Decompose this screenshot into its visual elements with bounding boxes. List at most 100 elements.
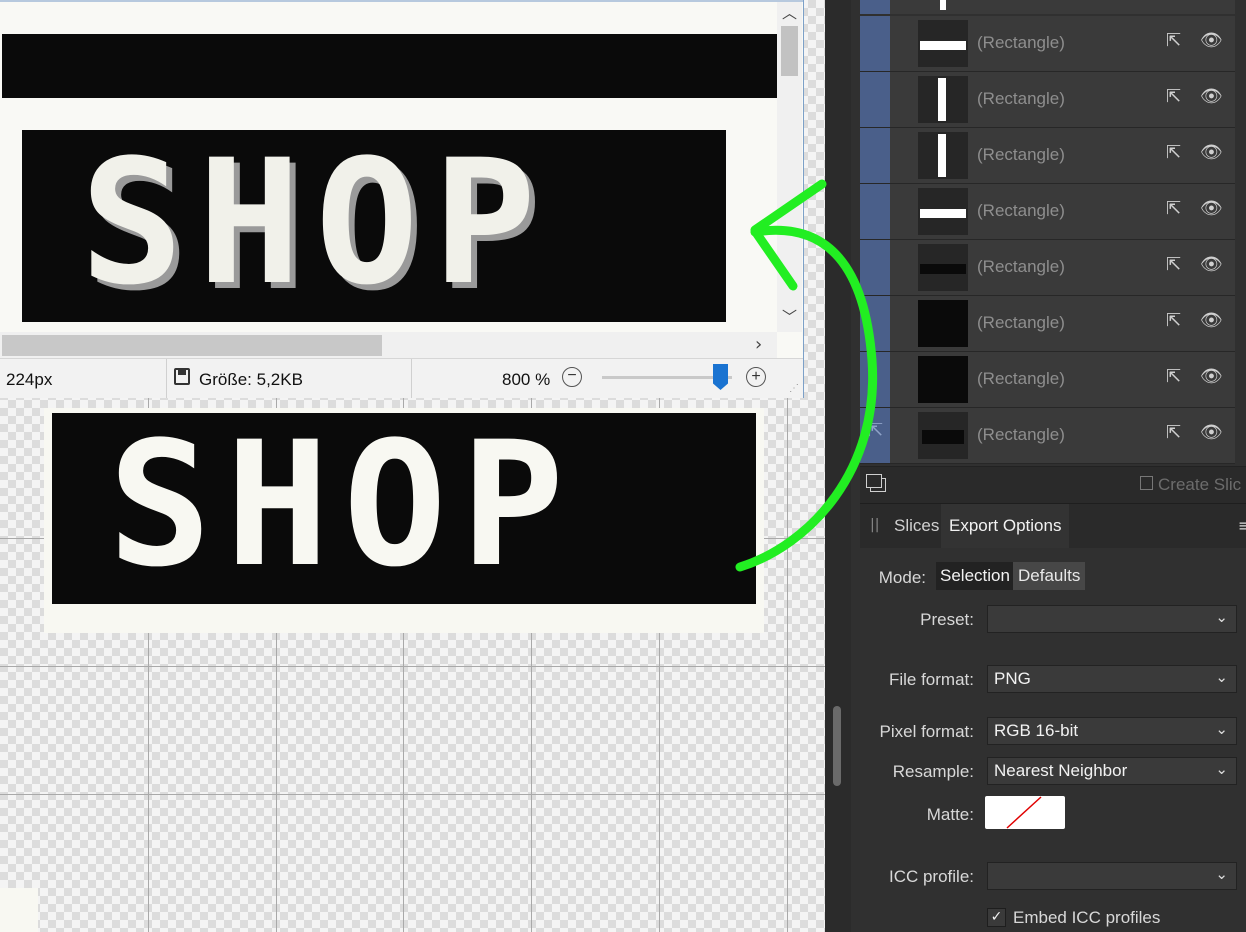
zoom-slider-track[interactable] <box>602 376 732 379</box>
layer-thumb-partial <box>940 0 946 10</box>
layer-selection-bar <box>860 0 890 14</box>
layer-row[interactable]: (Rectangle) ⇱ 👁 <box>860 352 1235 408</box>
eye-icon[interactable]: 👁 <box>1200 142 1223 163</box>
layer-row[interactable]: (Rectangle) ⇱ 👁 <box>860 184 1235 240</box>
layer-name: (Rectangle) <box>977 369 1065 388</box>
preset-dropdown[interactable]: ⌄ <box>987 605 1237 633</box>
layer-name: (Rectangle) <box>977 89 1065 108</box>
chevron-down-icon: ⌄ <box>1215 669 1228 686</box>
export-layer-icon[interactable]: ⇱ <box>1166 254 1181 275</box>
scroll-down-arrow-icon[interactable]: ﹀ <box>782 306 797 327</box>
export-layer-icon[interactable]: ⇱ <box>1166 366 1181 387</box>
zoom-value: 800 % <box>502 370 551 389</box>
grid-line <box>0 666 825 667</box>
status-separator <box>166 359 167 398</box>
embed-icc-checkbox[interactable]: ✓ <box>987 908 1006 927</box>
eye-icon[interactable]: 👁 <box>1200 310 1223 331</box>
embed-icc-label[interactable]: Embed ICC profiles <box>1013 908 1160 928</box>
export-layer-icon[interactable]: ⇱ <box>1166 310 1181 331</box>
export-layer-icon[interactable]: ⇱ <box>1166 30 1181 51</box>
layer-row[interactable]: (Rectangle) ⇱ 👁 <box>860 296 1235 352</box>
layer-selection-bar <box>860 184 890 239</box>
scroll-up-arrow-icon[interactable]: ︿ <box>782 2 797 23</box>
pixel-format-value: RGB 16-bit <box>994 721 1079 740</box>
preview-vertical-scrollbar[interactable]: ︿ ﹀ <box>777 2 802 332</box>
tab-export-options[interactable]: Export Options <box>941 504 1070 548</box>
status-separator <box>411 359 412 398</box>
layer-name: (Rectangle) <box>977 33 1065 52</box>
layer-name: (Rectangle) <box>977 425 1065 444</box>
scroll-right-arrow-icon[interactable]: › <box>755 334 762 355</box>
layer-selection-bar <box>860 16 890 71</box>
file-format-label: File format: <box>888 670 974 689</box>
export-slice-icon: ⇱ <box>868 420 884 441</box>
layer-selection-bar <box>860 128 890 183</box>
mode-label: Mode: <box>878 568 926 587</box>
grid-line <box>0 794 825 795</box>
resample-label: Resample: <box>892 762 974 781</box>
slice-toolbar: Create Slic <box>860 466 1246 503</box>
preview-shop-text: SHOP <box>80 122 551 323</box>
eye-icon[interactable]: 👁 <box>1200 198 1223 219</box>
mode-selection-button[interactable]: Selection <box>936 562 1014 590</box>
create-slice-icon[interactable] <box>1140 476 1153 490</box>
preview-top-border <box>0 0 803 2</box>
export-layer-icon[interactable]: ⇱ <box>1166 142 1181 163</box>
eye-icon[interactable]: 👁 <box>1200 254 1223 275</box>
resample-value: Nearest Neighbor <box>994 761 1128 780</box>
minus-circle-icon[interactable]: − <box>562 367 582 387</box>
pixel-format-dropdown[interactable]: RGB 16-bit ⌄ <box>987 717 1237 745</box>
export-preview-window: SHOP ︿ ﹀ › 224px Größe: 5,2KB 800 % − + … <box>0 0 804 398</box>
layer-row[interactable]: (Rectangle) ⇱ 👁 <box>860 72 1235 128</box>
preview-horizontal-scrollbar[interactable]: › <box>0 332 777 358</box>
export-layer-icon[interactable]: ⇱ <box>1166 422 1181 443</box>
layer-thumbnail <box>918 356 968 403</box>
layer-name: (Rectangle) <box>977 313 1065 332</box>
plus-circle-icon[interactable]: + <box>746 367 766 387</box>
file-size-text: Größe: 5,2KB <box>199 370 303 389</box>
save-disk-icon <box>174 368 190 385</box>
mode-defaults-button[interactable]: Defaults <box>1013 562 1086 590</box>
panel-grip-icon[interactable]: || <box>870 517 879 533</box>
layer-row[interactable]: (Rectangle) ⇱ 👁 <box>860 128 1235 184</box>
file-format-value: PNG <box>994 669 1031 688</box>
layer-thumbnail <box>918 244 968 291</box>
export-layer-icon[interactable]: ⇱ <box>1166 198 1181 219</box>
layer-selection-bar <box>860 296 890 351</box>
preview-status-bar: 224px Größe: 5,2KB 800 % − + ⋰ <box>0 358 803 398</box>
zoom-slider-thumb[interactable] <box>713 364 728 390</box>
preview-black-bar <box>2 34 777 98</box>
resize-grip-icon[interactable]: ⋰ <box>789 383 799 394</box>
layer-row[interactable]: ⇱ (Rectangle) ⇱ 👁 <box>860 408 1235 464</box>
panel-menu-icon[interactable]: ≡ <box>1238 516 1246 535</box>
hscroll-thumb[interactable] <box>2 335 382 356</box>
create-slice-button[interactable]: Create Slic <box>1158 475 1241 495</box>
layer-row[interactable]: (Rectangle) ⇱ 👁 <box>860 16 1235 72</box>
eye-icon[interactable]: 👁 <box>1200 86 1223 107</box>
chevron-down-icon: ⌄ <box>1215 761 1228 778</box>
layer-name: (Rectangle) <box>977 145 1065 164</box>
matte-color-swatch[interactable] <box>985 796 1065 829</box>
chevron-down-icon: ⌄ <box>1215 721 1228 738</box>
scroll-thumb[interactable] <box>781 26 798 76</box>
layer-selection-bar <box>860 352 890 407</box>
eye-icon[interactable]: 👁 <box>1200 366 1223 387</box>
dimension-text: 224px <box>6 370 53 389</box>
layer-thumbnail <box>918 76 968 123</box>
panel-divider <box>825 0 851 932</box>
tab-slices[interactable]: Slices <box>894 516 939 536</box>
file-format-dropdown[interactable]: PNG ⌄ <box>987 665 1237 693</box>
resample-dropdown[interactable]: Nearest Neighbor ⌄ <box>987 757 1237 785</box>
panel-scrollbar-thumb[interactable] <box>833 706 841 786</box>
layer-row[interactable]: (Rectangle) ⇱ 👁 <box>860 240 1235 296</box>
artwork-shop-text: SHOP <box>108 404 579 605</box>
matte-label: Matte: <box>926 805 974 824</box>
layer-thumbnail <box>918 412 968 459</box>
export-layer-icon[interactable]: ⇱ <box>1166 86 1181 107</box>
artwork-corner <box>0 888 38 932</box>
eye-icon[interactable]: 👁 <box>1200 30 1223 51</box>
no-color-slash-icon <box>1006 796 1042 829</box>
icc-profile-dropdown[interactable]: ⌄ <box>987 862 1237 890</box>
eye-icon[interactable]: 👁 <box>1200 422 1223 443</box>
slices-stack-icon[interactable] <box>866 474 882 488</box>
